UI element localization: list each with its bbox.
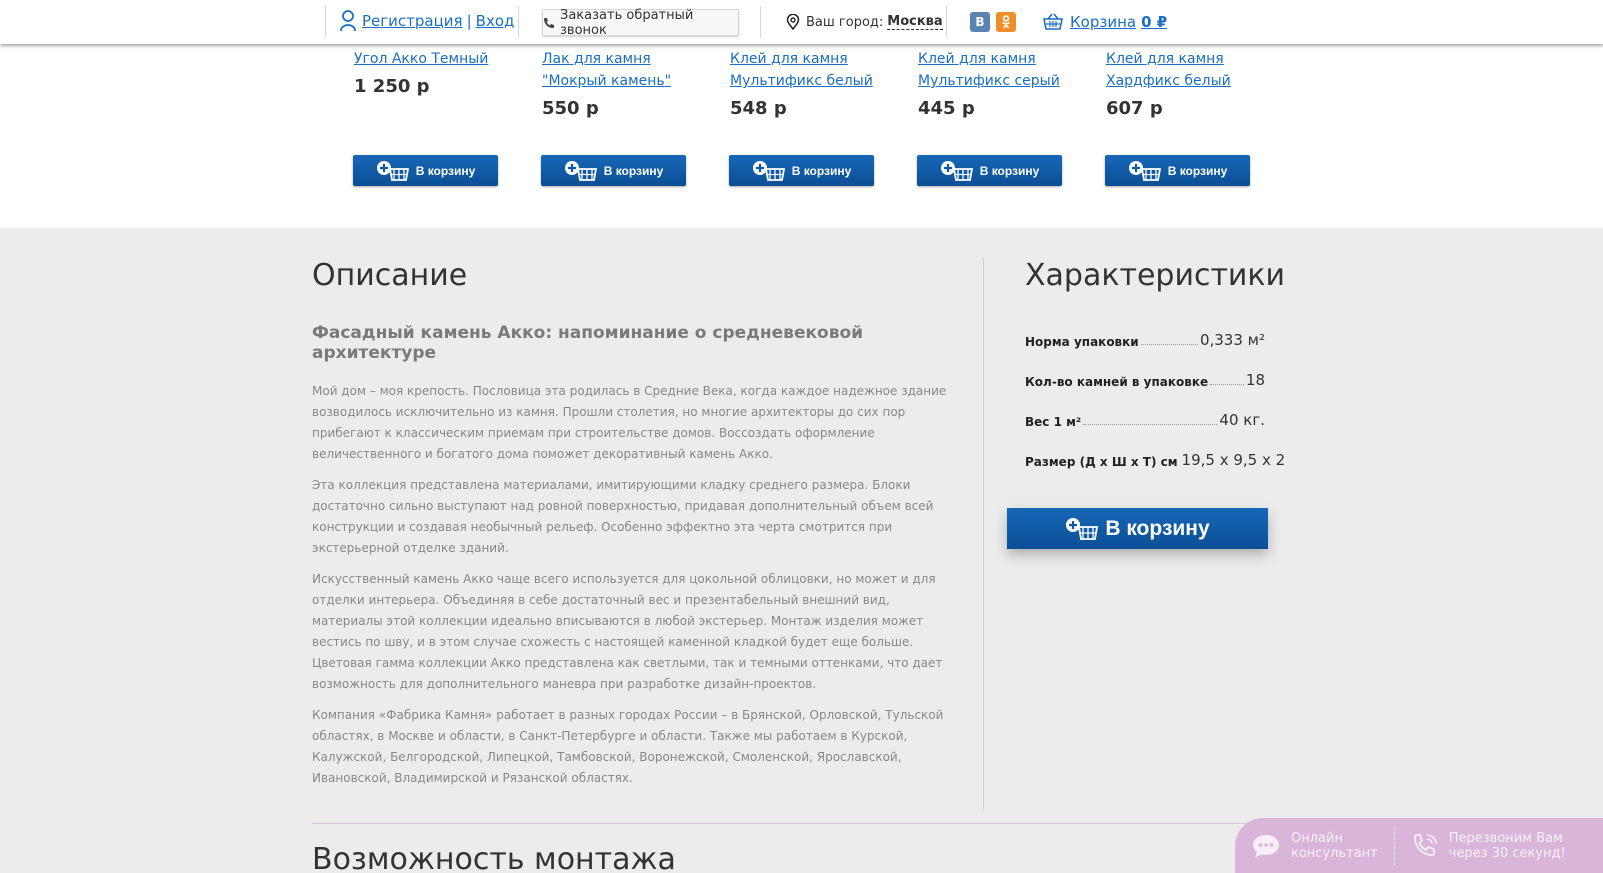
add-to-cart-button[interactable]: В корзину [729,155,874,186]
dotted-leader [1083,424,1218,425]
online-line-1: Онлайн [1291,830,1343,846]
characteristic-key: Кол-во камней в упаковке [1025,375,1209,389]
header-divider [518,6,519,38]
cart-sum: 0 ₽ [1141,13,1168,31]
add-to-cart-button[interactable]: В корзину [541,155,686,186]
header-divider [946,6,947,38]
login-link[interactable]: Вход [476,12,515,30]
dotted-leader [1210,384,1244,385]
description-paragraph: Эта коллекция представлена материалами, … [312,478,934,555]
auth-separator: | [466,12,472,30]
basket-icon [1043,13,1063,31]
add-to-cart-label: В корзину [979,163,1040,178]
characteristic-key: Размер (Д х Ш х Т) см [1025,455,1178,469]
add-to-basket-icon [1065,517,1099,541]
product-name-link[interactable]: Клей для камня Мультификс белый [730,48,900,92]
callback-widget-button[interactable]: Перезвоним Вам через 30 секунд! [1411,831,1566,861]
odnoklassniki-icon[interactable] [996,12,1016,32]
callback-button[interactable]: Заказать обратный звонок [542,7,739,38]
product-price: 445 р [918,98,975,119]
characteristic-value: 0,333 м² [1199,331,1265,349]
characteristics-title: Характеристики [1025,258,1286,293]
widget-divider [1393,826,1395,865]
description-paragraph: Мой дом – моя крепость. Пословица эта ро… [312,384,947,461]
product-card: Угол Акко Темный 1 250 р [354,48,524,97]
city-selector[interactable]: Ваш город: Москва [786,14,943,30]
phone-icon [543,17,555,29]
add-to-cart-label: В корзину [1167,163,1228,178]
product-name-link[interactable]: Лак для камня "Мокрый камень" [542,48,712,92]
description-paragraph: Компания «Фабрика Камня» работает в разн… [312,708,944,785]
characteristic-row: Вес 1 м² 40 кг. [1025,389,1265,429]
add-to-basket-icon [940,160,974,182]
city-value[interactable]: Москва [887,14,943,30]
callback-widget-label: Перезвоним Вам через 30 секунд! [1449,831,1566,861]
characteristics-section: Характеристики Норма упаковки 0,333 м² К… [1025,258,1286,469]
phone-ringing-icon [1411,832,1439,860]
chat-bubble-icon [1251,833,1281,859]
characteristic-key: Норма упаковки [1025,335,1139,349]
main-add-to-cart-button[interactable]: В корзину [1007,508,1268,549]
location-pin-icon [786,14,800,30]
description-subtitle: Фасадный камень Акко: напоминание о сред… [312,323,864,363]
auth-links: Регистрация | Вход [340,10,514,32]
characteristic-row: Кол-во камней в упаковке 18 [1025,349,1265,389]
characteristic-value: 18 [1245,371,1265,389]
product-price: 607 р [1106,98,1163,119]
section-divider [312,823,1297,824]
description-paragraph: Искусственный камень Акко чаще всего исп… [312,572,943,691]
contact-widget: Онлайн консультант Перезвоним Вам через … [1235,818,1603,873]
callback-line-1: Перезвоним Вам [1448,830,1563,846]
section-divider [983,258,984,810]
product-card: Клей для камня Мультификс серый 445 р [918,48,1088,119]
register-link[interactable]: Регистрация [362,12,463,30]
add-to-basket-icon [376,160,410,182]
vk-icon[interactable]: В [970,12,990,32]
online-consultant-button[interactable]: Онлайн консультант [1235,831,1378,861]
product-price: 548 р [730,98,787,119]
main-add-to-cart-label: В корзину [1105,516,1210,540]
related-products: Угол Акко Темный 1 250 р В корзину Лак д… [0,44,1603,228]
social-links: В [970,12,1016,32]
characteristic-row: Норма упаковки 0,333 м² [1025,309,1265,349]
characteristic-value: 19,5 х 9,5 х 2 [1181,451,1286,469]
cart-label[interactable]: Корзина [1070,13,1136,31]
callback-line-2: через 30 секунд! [1448,845,1566,861]
add-to-basket-icon [752,160,786,182]
add-to-cart-label: В корзину [415,163,476,178]
product-price: 1 250 р [354,76,430,97]
header-divider [325,6,326,38]
cart-link[interactable]: Корзина 0 ₽ [1043,13,1167,31]
add-to-cart-button[interactable]: В корзину [1105,155,1250,186]
online-line-2: консультант [1291,845,1378,861]
product-card: Лак для камня "Мокрый камень" 550 р [542,48,712,119]
product-name-link[interactable]: Клей для камня Хардфикс белый [1106,48,1276,92]
product-card: Клей для камня Мультификс белый 548 р [730,48,900,119]
characteristic-row: Размер (Д х Ш х Т) см 19,5 х 9,5 х 2 [1025,429,1285,469]
add-to-cart-label: В корзину [791,163,852,178]
product-name-link[interactable]: Угол Акко Темный [354,48,524,70]
add-to-cart-button[interactable]: В корзину [917,155,1062,186]
user-icon [340,10,356,32]
add-to-cart-label: В корзину [603,163,664,178]
description-title: Описание [312,258,468,293]
top-bar: Регистрация | Вход Заказать обратный зво… [0,0,1603,44]
add-to-cart-button[interactable]: В корзину [353,155,498,186]
product-name-link[interactable]: Клей для камня Мультификс серый [918,48,1088,92]
product-card: Клей для камня Хардфикс белый 607 р [1106,48,1276,119]
add-to-basket-icon [1128,160,1162,182]
characteristic-value: 40 кг. [1219,411,1265,429]
montage-title: Возможность монтажа [312,842,676,873]
dotted-leader [1140,344,1198,345]
characteristic-key: Вес 1 м² [1025,415,1082,429]
description-section: Описание Фасадный камень Акко: напоминан… [312,258,962,789]
callback-label: Заказать обратный звонок [560,7,694,38]
add-to-basket-icon [564,160,598,182]
online-consultant-label: Онлайн консультант [1291,831,1378,861]
city-label: Ваш город: [806,14,884,30]
header-divider [760,6,761,38]
product-price: 550 р [542,98,599,119]
